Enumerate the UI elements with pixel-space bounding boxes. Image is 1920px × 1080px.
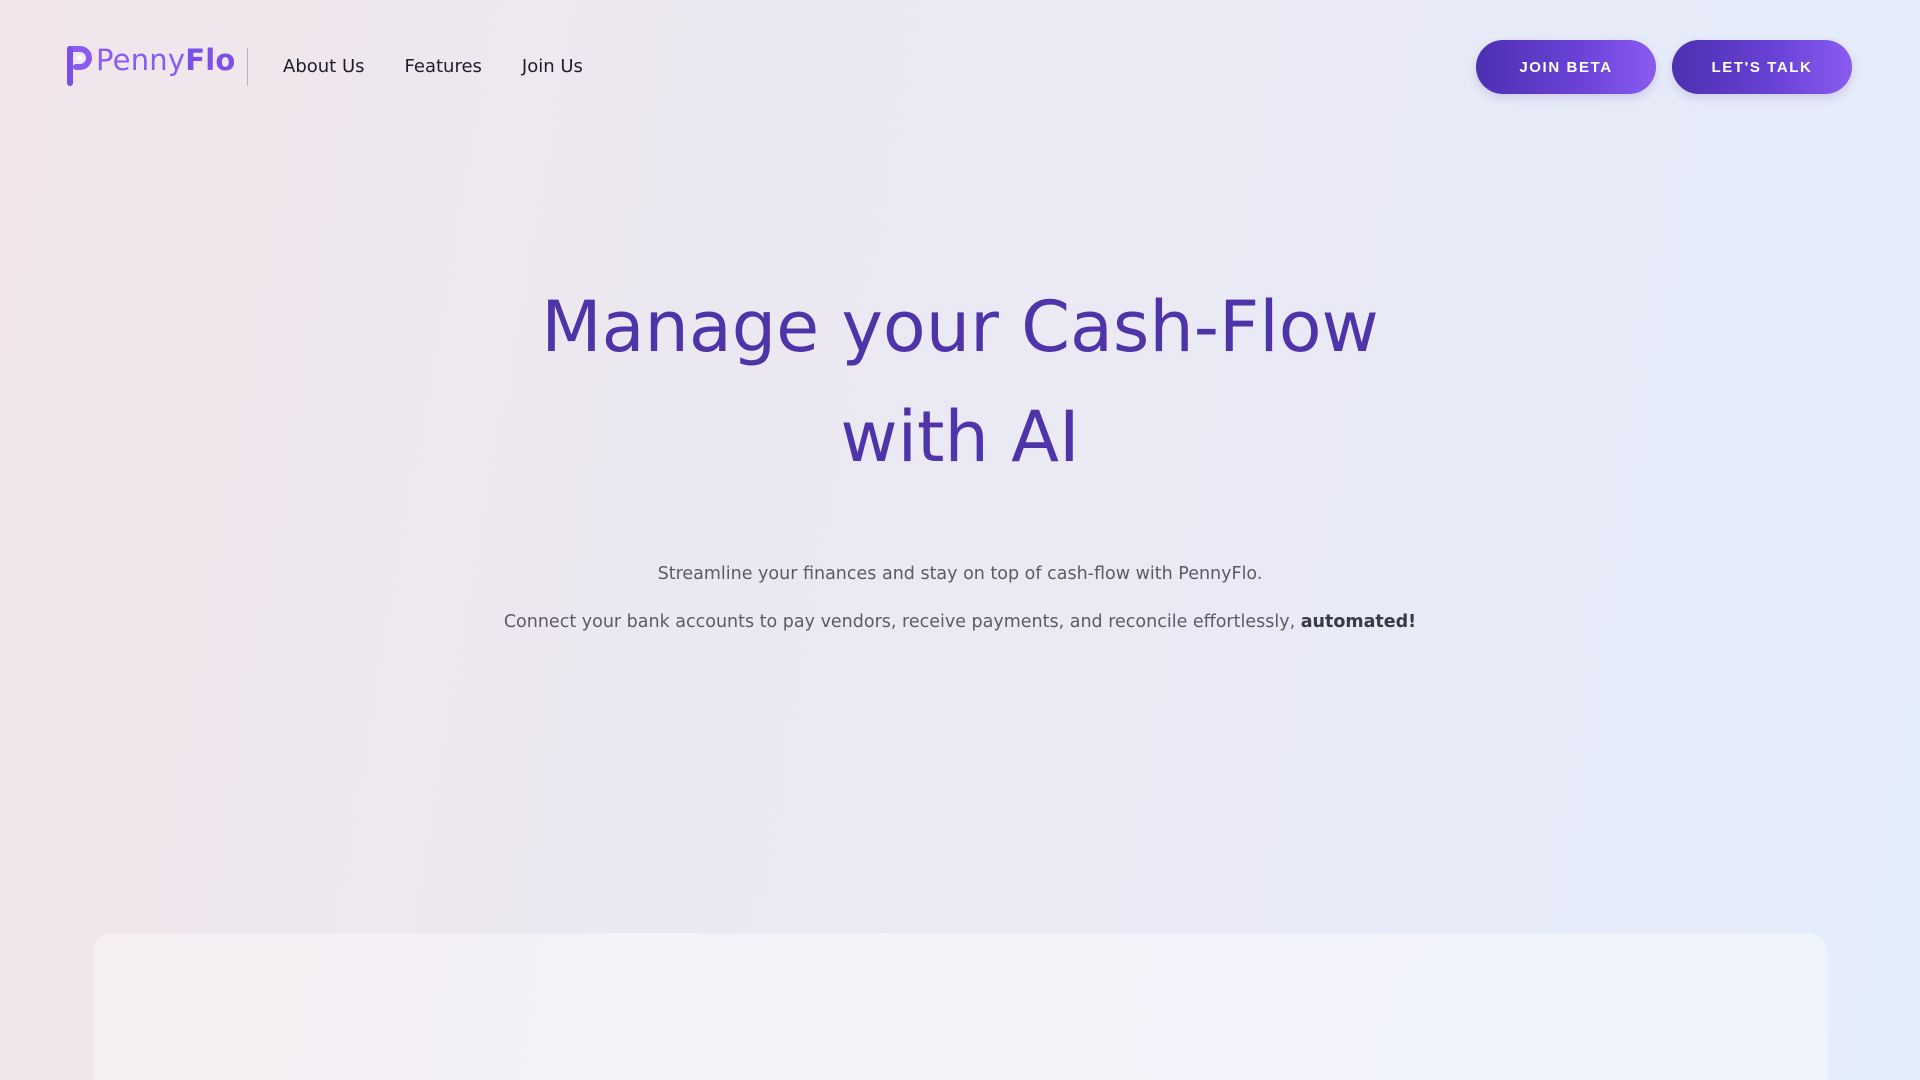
pennyflo-logo[interactable]: PennyFlo: [66, 43, 236, 89]
hero-title: Manage your Cash-Flow with AI: [0, 272, 1920, 492]
logo-text-bold: Flo: [185, 43, 236, 77]
hero-subtitle-2-text: Connect your bank accounts to pay vendor…: [503, 612, 1301, 632]
logo-wordmark: PennyFlo: [96, 43, 236, 77]
site-header: PennyFlo About Us Features Join Us JOIN …: [0, 0, 1920, 134]
header-divider: [247, 48, 248, 86]
hero-subtitle-2-emphasis: automated!: [1300, 612, 1417, 632]
nav-features[interactable]: Features: [405, 52, 482, 82]
hero-subtitle-2: Connect your bank accounts to pay vendor…: [0, 612, 1920, 632]
logo-text-light: Penny: [96, 43, 186, 77]
main-nav: About Us Features Join Us: [283, 52, 623, 82]
hero-subtitle-1: Streamline your finances and stay on top…: [657, 564, 1263, 584]
hero-title-line-2: with AI: [840, 396, 1080, 478]
lets-talk-button[interactable]: LET'S TALK: [1672, 40, 1852, 94]
join-beta-button[interactable]: JOIN BETA: [1476, 40, 1656, 94]
hero-title-line-1: Manage your Cash-Flow: [541, 286, 1379, 368]
preview-card: [94, 934, 1827, 1080]
nav-join-us[interactable]: Join Us: [522, 52, 583, 82]
nav-about-us[interactable]: About Us: [283, 52, 365, 82]
pennyflo-p-icon: [66, 43, 94, 87]
